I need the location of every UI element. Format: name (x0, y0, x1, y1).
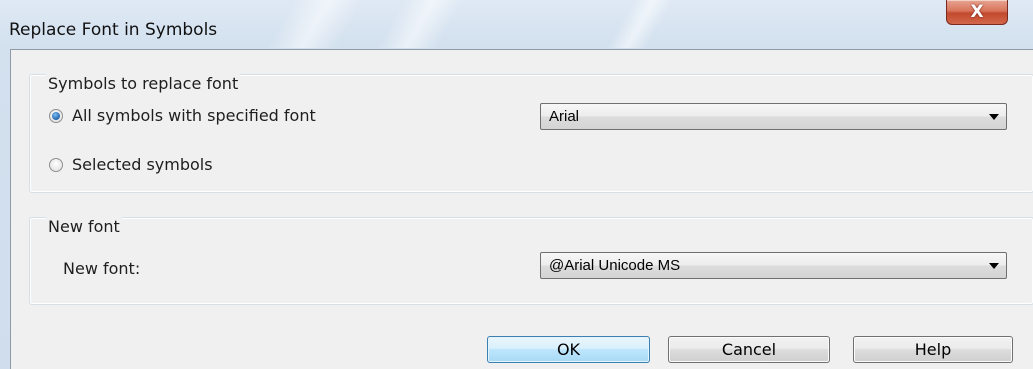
chevron-down-icon[interactable] (982, 113, 1006, 120)
close-icon: X (970, 1, 984, 22)
radio-all-symbols-label: All symbols with specified font (72, 106, 316, 125)
cancel-button[interactable]: Cancel (668, 336, 830, 363)
ok-button[interactable]: OK (487, 336, 650, 363)
radio-selected-symbols[interactable]: Selected symbols (49, 155, 213, 174)
chevron-down-icon[interactable] (982, 262, 1006, 269)
new-font-label: New font: (63, 259, 141, 278)
dialog-window: Replace Font in Symbols X Symbols to rep… (0, 0, 1033, 369)
group-caption: New font (46, 217, 122, 236)
specified-font-value: Arial (549, 108, 580, 125)
symbols-to-replace-group: Symbols to replace font All symbols with… (29, 74, 1033, 193)
new-font-value: @Arial Unicode MS (549, 257, 681, 274)
radio-unchecked-icon[interactable] (49, 157, 63, 172)
new-font-group: New font New font: @Arial Unicode MS (29, 217, 1033, 305)
radio-selected-symbols-label: Selected symbols (72, 155, 213, 174)
window-title: Replace Font in Symbols (9, 20, 218, 40)
new-font-dropdown[interactable]: @Arial Unicode MS (540, 252, 1007, 279)
title-bar[interactable]: Replace Font in Symbols X (0, 0, 1033, 48)
radio-all-symbols[interactable]: All symbols with specified font (49, 106, 316, 125)
specified-font-dropdown[interactable]: Arial (540, 103, 1007, 130)
radio-checked-icon[interactable] (49, 108, 63, 123)
help-button[interactable]: Help (853, 336, 1013, 363)
close-button[interactable]: X (946, 0, 1008, 25)
group-caption: Symbols to replace font (46, 74, 241, 93)
dialog-client-area: Symbols to replace font All symbols with… (10, 49, 1033, 369)
